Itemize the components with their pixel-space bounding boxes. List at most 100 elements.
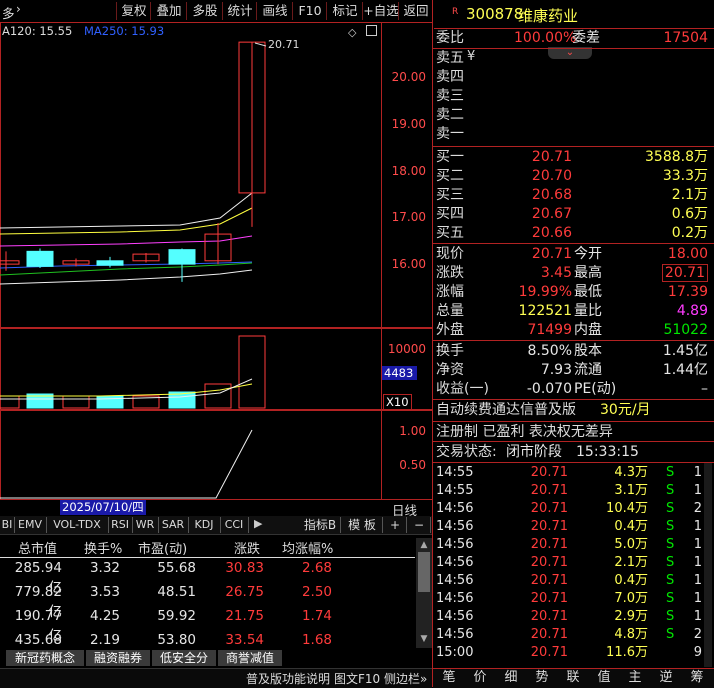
sell-level-row: 卖三 — [434, 87, 710, 105]
quote-value: 17.39 — [667, 284, 708, 300]
bottom-nav-tab[interactable]: 逆 — [651, 668, 681, 687]
table-row[interactable]: 779.82亿 3.53 48.51 26.75 2.50 — [0, 584, 415, 620]
buy-price: 20.67 — [531, 206, 572, 222]
order-ratio-row: 委比 100.00% 委差 17504 — [434, 29, 710, 47]
scroll-up-icon[interactable]: ▲ — [418, 540, 430, 550]
indicator-tab[interactable]: WR — [132, 517, 159, 533]
triangle-right-icon[interactable]: ▶ — [254, 517, 262, 530]
chevron-right-icon[interactable]: › — [16, 2, 21, 16]
indicator-tab[interactable]: CCI — [220, 517, 249, 533]
volume-unit-badge[interactable]: X10 — [383, 394, 412, 410]
promo-row[interactable]: 自动续费通达信普及版 30元/月 — [434, 401, 710, 419]
bottom-nav-tab[interactable]: 联 — [558, 668, 588, 687]
bottom-nav-tab[interactable]: 笔 — [434, 668, 464, 687]
fund-value: 1.45亿 — [662, 343, 708, 359]
bottom-nav-tab[interactable]: 筹 — [682, 668, 712, 687]
quote-value: 4.89 — [676, 303, 708, 319]
bottom-nav-tab[interactable]: 价 — [465, 668, 495, 687]
high-annotation: 20.71 — [268, 38, 300, 51]
table-cell: 4.25 — [89, 608, 120, 624]
indicator-control[interactable]: 指标B — [300, 517, 341, 533]
trade-status-label: 交易状态: — [436, 444, 497, 460]
tick-count: 1 — [693, 573, 702, 588]
indicator-tab[interactable]: RSI — [108, 517, 133, 533]
buy-level-row: 买五 20.66 0.2万 — [434, 224, 710, 242]
status-f10[interactable]: 图文F10 — [334, 670, 380, 687]
tick-count: 1 — [693, 555, 702, 570]
bottom-nav-tab[interactable]: 势 — [527, 668, 557, 687]
status-hint[interactable]: 普及版功能说明 — [246, 670, 330, 687]
scroll-down-icon[interactable]: ▼ — [418, 634, 430, 644]
sell-level-row: 卖五 — [434, 49, 710, 67]
quote-label: 最高 — [574, 265, 602, 281]
table-row[interactable]: 190.77亿 4.25 59.92 21.75 1.74 — [0, 608, 415, 644]
sell-label: 卖四 — [436, 69, 464, 85]
indicator-control[interactable]: − — [408, 517, 431, 533]
toolbar-button[interactable]: 统计 — [222, 2, 257, 20]
sell-label: 卖一 — [436, 126, 464, 142]
tick-row: 14:56 20.71 10.4万 S 2 — [434, 500, 712, 518]
sell-label: 卖二 — [436, 107, 464, 123]
table-cell: 1.74 — [301, 608, 332, 624]
volume-chart-svg — [0, 335, 266, 409]
tick-time: 14:56 — [436, 573, 474, 588]
toolbar-button[interactable]: 复权 — [116, 2, 151, 20]
buy-label: 买一 — [436, 149, 464, 165]
bottom-nav-tab[interactable]: 主 — [620, 668, 650, 687]
table-cell: 55.68 — [157, 560, 196, 576]
toolbar-button[interactable]: +自选 — [362, 2, 399, 20]
fund-label: 换手 — [436, 343, 464, 359]
category-tab[interactable]: 融资融券 — [86, 650, 150, 666]
buy-label: 买三 — [436, 187, 464, 203]
tick-row: 14:56 20.71 5.0万 S 1 — [434, 536, 712, 554]
status-side[interactable]: 侧边栏» — [384, 670, 427, 687]
indicator-tab[interactable]: KDJ — [188, 517, 221, 533]
toolbar-button[interactable]: 返回 — [398, 2, 433, 20]
table-header[interactable]: 涨跌 — [234, 538, 260, 557]
category-tab[interactable]: 新冠药概念 — [6, 650, 84, 666]
toolbar-button[interactable]: 多股 — [186, 2, 223, 20]
table-header[interactable]: 市盈(动) — [138, 538, 187, 557]
indicator-control[interactable]: + — [384, 517, 407, 533]
price-tick: 20.00 — [391, 70, 426, 84]
bottom-nav-tab[interactable]: 值 — [589, 668, 619, 687]
tick-row: 14:56 20.71 0.4万 S 1 — [434, 518, 712, 536]
quote-label: 内盘 — [574, 322, 602, 338]
fund-label: 流通 — [574, 362, 602, 378]
stock-name: 维康药业 — [518, 7, 579, 25]
quote-row: 总量 122521 量比 4.89 — [434, 302, 710, 320]
ticks-scrollbar[interactable] — [704, 463, 712, 667]
table-header[interactable]: 均涨幅% — [282, 538, 333, 557]
fund-label: 收益(一) — [436, 381, 489, 397]
toolbar-button[interactable]: 标记 — [326, 2, 363, 20]
price-chart-svg: 20.71 — [0, 38, 300, 285]
diff-label: 委差 — [572, 30, 600, 46]
table-scrollbar[interactable]: ▲ ▼ — [416, 538, 432, 648]
table-header[interactable]: 总市值 — [18, 538, 57, 557]
indicator-tab[interactable]: SAR — [158, 517, 189, 533]
price-tick: 17.00 — [391, 210, 426, 224]
toolbar-button[interactable]: F10 — [292, 2, 327, 20]
ma-line-yellow — [0, 207, 253, 235]
indicator-control[interactable]: 模 板 — [342, 517, 383, 533]
fund-value: 7.93 — [540, 362, 572, 378]
stock-header: R 300878 维康药业 — [434, 0, 714, 29]
toolbar-button[interactable]: 画线 — [256, 2, 293, 20]
table-row[interactable]: 285.94亿 3.32 55.68 30.83 2.68 — [0, 560, 415, 596]
toolbar-button[interactable]: 叠加 — [150, 2, 187, 20]
indicator-tab[interactable]: BI — [0, 517, 15, 533]
category-tab[interactable]: 低安全分 — [152, 650, 216, 666]
buy-level-row: 买三 20.68 2.1万 — [434, 186, 710, 204]
indicator-tab[interactable]: EMV — [14, 517, 47, 533]
scroll-thumb[interactable] — [418, 552, 430, 592]
indicator-tab[interactable]: VOL-TDX — [46, 517, 109, 533]
tick-count: 1 — [693, 591, 702, 606]
category-tab[interactable]: 商誉减值 — [218, 650, 282, 666]
table-header[interactable]: 换手% — [84, 538, 122, 557]
price-tick: 18.00 — [391, 164, 426, 178]
bottom-nav-tab[interactable]: 细 — [496, 668, 526, 687]
tick-side: S — [666, 537, 675, 552]
quote-label: 最低 — [574, 284, 602, 300]
tick-volume: 3.1万 — [614, 483, 648, 498]
quote-label: 涨跌 — [436, 265, 464, 281]
